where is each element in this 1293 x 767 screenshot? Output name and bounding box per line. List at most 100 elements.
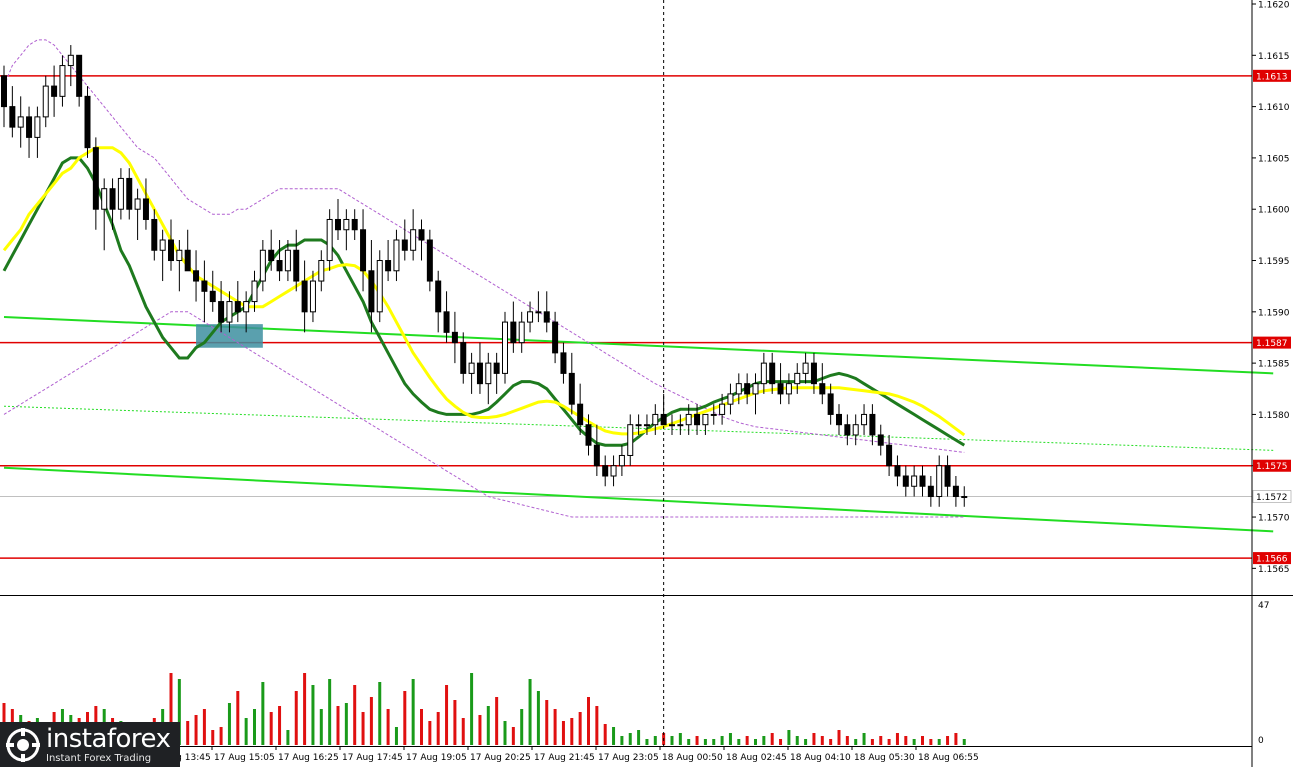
volume-bar — [854, 739, 858, 745]
candle-body — [719, 403, 726, 415]
candle-body — [936, 465, 943, 498]
candle-body — [17, 116, 24, 128]
volume-bar — [269, 712, 273, 745]
volume-bar — [344, 703, 348, 745]
candle-body — [961, 496, 968, 499]
candle-body — [234, 301, 241, 313]
candle-body — [343, 218, 350, 231]
volume-bar — [261, 682, 265, 745]
candle-body — [518, 321, 525, 344]
candle-body — [368, 270, 375, 313]
volume-bar — [770, 733, 774, 745]
volume-bar — [862, 733, 866, 745]
volume-bar — [779, 739, 783, 745]
volume-bar — [520, 709, 524, 745]
logo-tagline: Instant Forex Trading — [46, 752, 152, 764]
volume-bar — [553, 709, 557, 745]
volume-bar — [528, 679, 532, 745]
candle-body — [468, 362, 475, 374]
volume-bar — [286, 730, 290, 745]
volume-bar — [937, 739, 941, 745]
candle-body — [535, 311, 542, 314]
volume-bar — [587, 697, 590, 745]
volume-bar — [378, 682, 382, 745]
candle-body — [1, 75, 7, 108]
candle-body — [243, 301, 250, 313]
time-tick-label: 17 Aug 20:25 — [470, 753, 531, 763]
candle-body — [527, 311, 534, 323]
candle-body — [159, 239, 166, 251]
candle-body — [944, 465, 951, 487]
time-tick-label: 17 Aug 16:25 — [278, 753, 339, 763]
candle-body — [351, 218, 358, 231]
volume-bar — [353, 685, 357, 745]
price-tick-label: 1.1610 — [1258, 103, 1290, 113]
candle-body — [585, 424, 592, 446]
candle-body — [435, 280, 442, 313]
volume-bar — [612, 727, 616, 745]
current-price-label: 1.1572 — [1256, 493, 1288, 503]
candle-body — [894, 465, 901, 477]
volume-bar — [536, 691, 540, 745]
volume-bar — [879, 736, 883, 745]
candle-body — [861, 413, 868, 426]
volume-bar — [812, 733, 816, 745]
candle-body — [827, 393, 834, 415]
time-tick-label: 18 Aug 04:10 — [790, 753, 851, 763]
candle-body — [610, 465, 617, 477]
instaforex-logo: instaforex Instant Forex Trading — [0, 722, 180, 767]
volume-bar — [328, 679, 332, 745]
volume-bar — [278, 706, 282, 745]
volume-bar — [845, 736, 849, 745]
candle-body — [460, 342, 467, 374]
candle-body — [727, 393, 734, 405]
candle-body — [376, 260, 383, 313]
price-chart: 1.1620 1.1615 1.1610 1.1605 1.1600 1.1595 1.15… — [0, 0, 1293, 767]
volume-bar — [244, 718, 248, 745]
candle-body — [142, 198, 149, 220]
candle-body — [193, 270, 200, 282]
candle-body — [418, 229, 425, 241]
candle-body — [151, 218, 158, 251]
candle-body — [276, 260, 283, 272]
volume-bar — [787, 730, 791, 745]
volume-bar — [369, 697, 373, 745]
volume-bar — [678, 733, 682, 745]
volume-bar — [712, 739, 716, 745]
candle-body — [952, 485, 959, 498]
volume-bar — [578, 712, 582, 745]
volume-bar — [570, 718, 574, 745]
candle-body — [760, 362, 767, 385]
candle-body — [176, 249, 183, 262]
volume-bar — [946, 736, 950, 745]
time-tick-label: 18 Aug 02:45 — [726, 753, 787, 763]
candle-body — [451, 331, 458, 344]
candle-body — [919, 475, 926, 487]
volume-bar — [820, 736, 824, 745]
volume-bar — [628, 733, 632, 745]
candle-body — [927, 485, 934, 498]
volume-bar — [929, 739, 933, 745]
candle-body — [326, 218, 333, 262]
volume-bar — [202, 709, 206, 745]
volume-zero-label: 0 — [1258, 736, 1264, 746]
candle-body — [669, 424, 675, 427]
candle-body — [777, 383, 784, 395]
time-tick-label: 17 Aug 15:05 — [214, 753, 275, 763]
candle-body — [284, 249, 291, 272]
candle-body — [877, 434, 884, 446]
volume-max-label: 47 — [1258, 601, 1269, 611]
candle-body — [902, 475, 909, 487]
volume-bar — [962, 739, 966, 745]
candle-body — [209, 290, 216, 303]
candle-body — [309, 280, 316, 313]
volume-bar — [921, 736, 924, 745]
candle-body — [109, 188, 116, 210]
candle-body — [301, 280, 308, 313]
volume-bar — [236, 691, 240, 745]
candle-body — [510, 321, 517, 344]
candle-body — [685, 413, 692, 426]
volume-bar — [762, 736, 766, 745]
candle-body — [819, 383, 826, 395]
volume-bar — [645, 739, 649, 745]
